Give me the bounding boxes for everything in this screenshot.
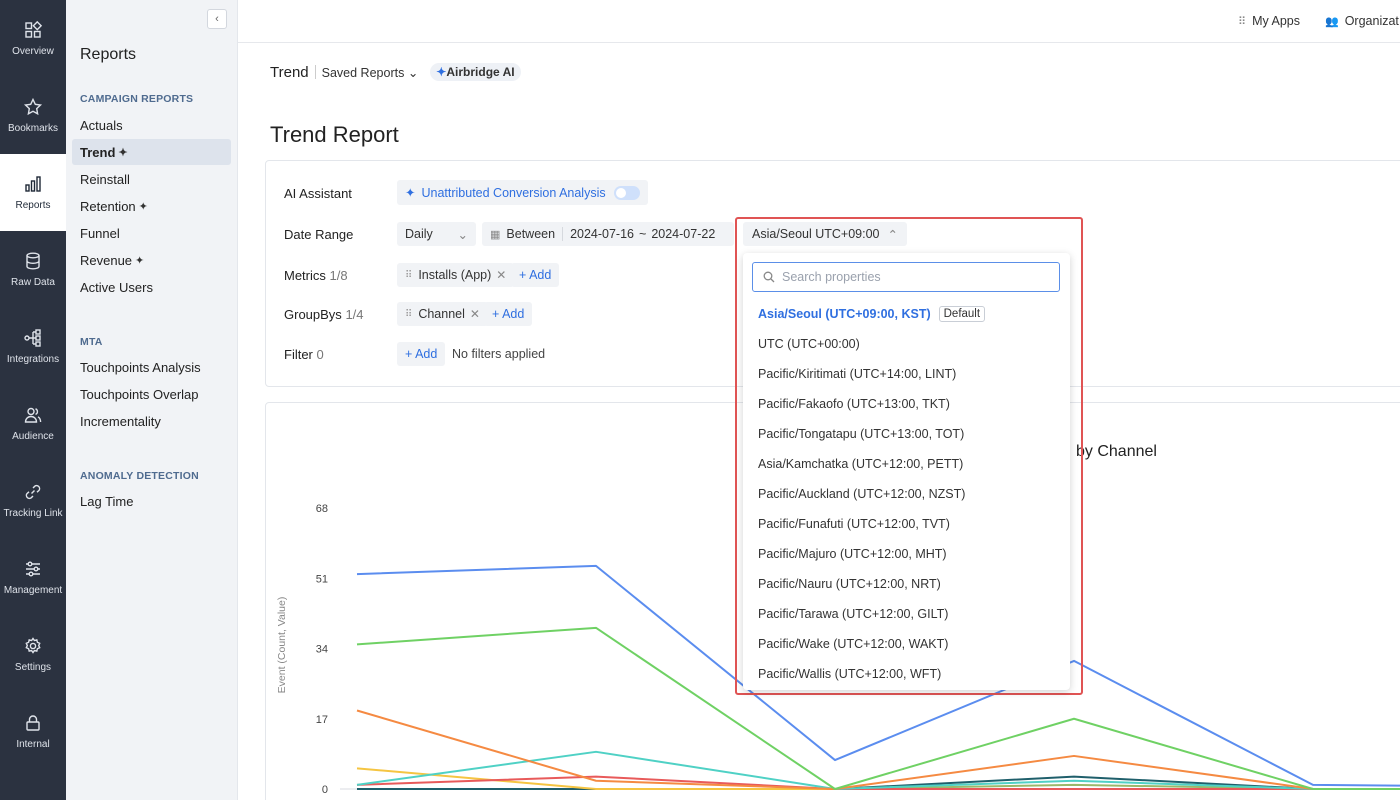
timezone-option-label: Pacific/Kiritimati (UTC+14:00, LINT) [758,367,957,381]
timezone-option-label: UTC (UTC+00:00) [758,337,860,351]
timezone-option-label: Asia/Seoul (UTC+09:00, KST) [758,307,931,321]
timezone-option[interactable]: Pacific/Auckland (UTC+12:00, NZST) [743,479,1070,509]
timezone-selected-value: Asia/Seoul UTC+09:00 [752,227,880,241]
y-tick-label: 34 [316,644,328,656]
timezone-option[interactable]: Pacific/Wake (UTC+12:00, WAKT) [743,629,1070,659]
timezone-option[interactable]: Pacific/Tarawa (UTC+12:00, GILT) [743,599,1070,629]
timezone-option[interactable]: Pacific/Fakaofo (UTC+13:00, TKT) [743,389,1070,419]
timezone-option-label: Pacific/Fakaofo (UTC+13:00, TKT) [758,397,950,411]
timezone-option-label: Pacific/Wallis (UTC+12:00, WFT) [758,667,942,681]
timezone-search-input[interactable] [782,270,1042,284]
y-tick-label: 51 [316,573,328,585]
timezone-option-label: Pacific/Funafuti (UTC+12:00, TVT) [758,517,950,531]
y-tick-label: 0 [322,784,328,796]
y-tick-label: 17 [316,714,328,726]
y-tick-label: 68 [316,503,328,515]
timezone-option-label: Pacific/Tarawa (UTC+12:00, GILT) [758,607,949,621]
search-icon [763,271,775,283]
timezone-select[interactable]: Asia/Seoul UTC+09:00 ⌃ [743,222,907,246]
timezone-option[interactable]: UTC (UTC+00:00) [743,329,1070,359]
timezone-option-label: Pacific/Majuro (UTC+12:00, MHT) [758,547,947,561]
timezone-option-label: Asia/Kamchatka (UTC+12:00, PETT) [758,457,964,471]
timezone-option[interactable]: Asia/Seoul (UTC+09:00, KST) Default [743,299,1070,329]
timezone-option[interactable]: Pacific/Majuro (UTC+12:00, MHT) [743,539,1070,569]
timezone-option-label: Pacific/Auckland (UTC+12:00, NZST) [758,487,966,501]
timezone-option[interactable]: Pacific/Nauru (UTC+12:00, NRT) [743,569,1070,599]
timezone-option-label: Pacific/Wake (UTC+12:00, WAKT) [758,637,949,651]
timezone-option-label: Pacific/Nauru (UTC+12:00, NRT) [758,577,941,591]
timezone-option[interactable]: Pacific/Funafuti (UTC+12:00, TVT) [743,509,1070,539]
chevron-up-icon: ⌃ [887,227,898,242]
timezone-option[interactable]: Pacific/Wallis (UTC+12:00, WFT) [743,659,1070,689]
timezone-search-box[interactable] [752,262,1060,292]
timezone-option[interactable]: Asia/Kamchatka (UTC+12:00, PETT) [743,449,1070,479]
timezone-dropdown-menu: Asia/Seoul (UTC+09:00, KST) Default UTC (… [743,253,1070,690]
timezone-option[interactable]: Pacific/Kiritimati (UTC+14:00, LINT) [743,359,1070,389]
default-badge: Default [938,306,986,322]
timezone-option-label: Pacific/Tongatapu (UTC+13:00, TOT) [758,427,965,441]
y-axis-label: Event (Count, Value) [276,597,288,694]
timezone-option[interactable]: Pacific/Tongatapu (UTC+13:00, TOT) [743,419,1070,449]
trend-line-chart: 0 17 34 51 68 Event (Count, Value) [276,503,1400,796]
